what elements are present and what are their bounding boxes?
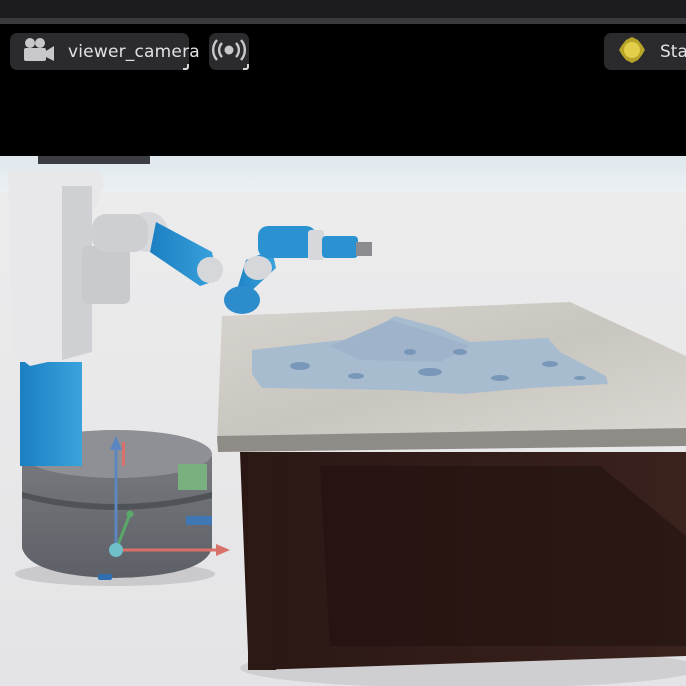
sun-icon [618,36,646,68]
title-strip [0,0,686,18]
viewport-toolbar: viewer_camera Sta [0,24,686,156]
stage-label: Stage [660,41,686,62]
video-camera-icon [22,37,56,67]
camera-name-label: viewer_camera [68,41,200,62]
dropdown-corner-indicator [183,64,189,70]
gizmo-xz-plane-handle [186,516,212,525]
camera-selector-button[interactable]: viewer_camera [10,33,200,70]
gizmo-xy-plane-handle [178,464,207,490]
robot-wheel-light [98,574,112,580]
simulator-window: viewer_camera Sta [0,0,686,686]
robot-head [38,156,150,164]
stream-button[interactable] [209,33,249,70]
broadcast-icon [212,38,246,65]
table-leg-left [248,452,276,670]
scene-render [0,156,686,686]
gizmo-origin [109,543,123,557]
gizmo-rotate-marker [122,442,125,466]
robot-torso-lift [20,362,82,466]
dropdown-corner-indicator [243,64,249,70]
3d-viewport[interactable] [0,156,686,686]
table-base-inner [320,466,686,646]
stage-lighting-button[interactable]: Stage [604,33,686,70]
